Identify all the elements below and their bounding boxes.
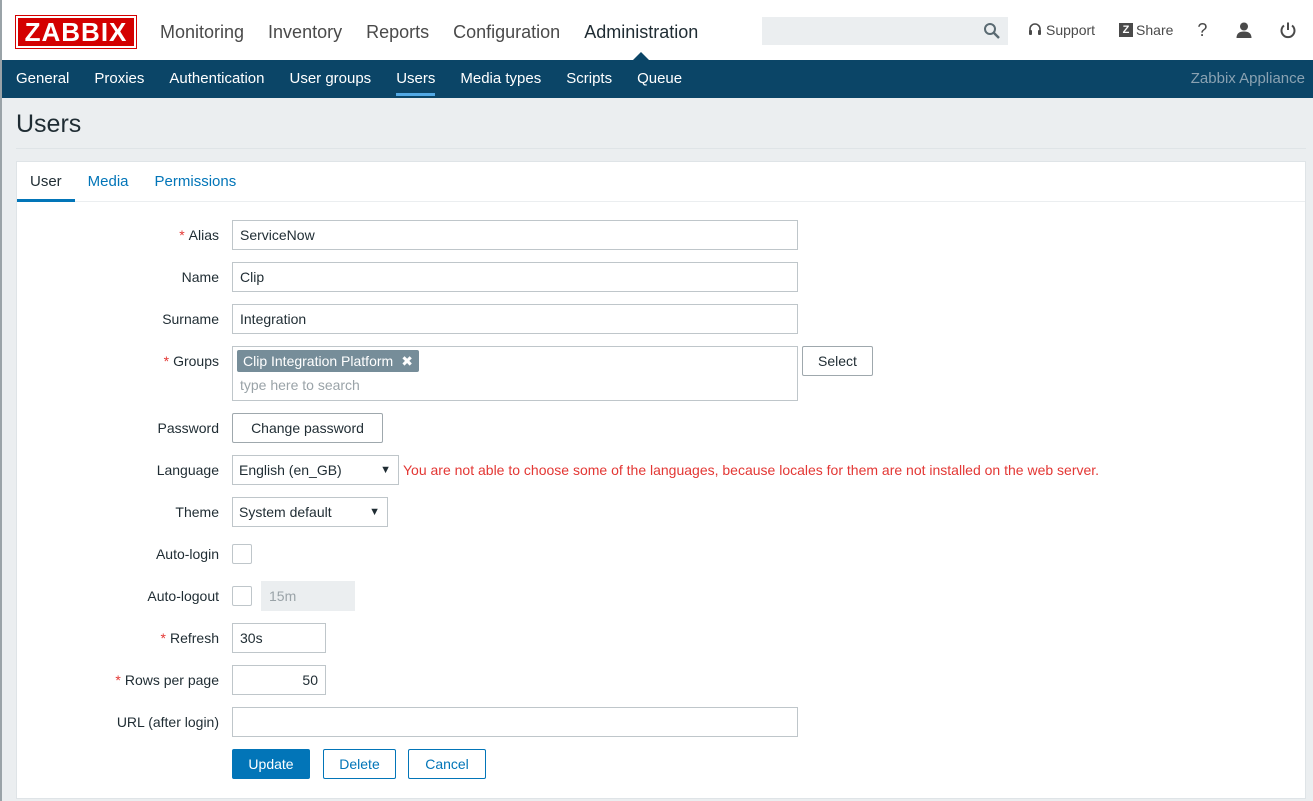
zabbix-logo[interactable]: ZABBIX [15, 15, 137, 49]
help-icon[interactable]: ? [1197, 20, 1207, 41]
nav-inventory[interactable]: Inventory [256, 0, 354, 60]
surname-label: Surname [162, 311, 219, 327]
auto-logout-label: Auto-logout [147, 588, 219, 604]
remove-chip-icon[interactable]: ✖ [401, 353, 413, 369]
update-button[interactable]: Update [232, 749, 310, 779]
dropdown-arrow-icon: ▼ [380, 464, 391, 476]
dropdown-arrow-icon: ▼ [369, 506, 380, 518]
auto-login-checkbox[interactable] [232, 544, 252, 564]
subnav-media-types[interactable]: Media types [448, 60, 554, 98]
language-label: Language [156, 462, 219, 478]
language-select[interactable]: English (en_GB) ▼ [232, 455, 399, 485]
appliance-label: Zabbix Appliance [1190, 70, 1305, 87]
sub-nav: General Proxies Authentication User grou… [2, 60, 1313, 98]
tab-permissions[interactable]: Permissions [142, 162, 250, 201]
theme-select[interactable]: System default ▼ [232, 497, 388, 527]
subnav-general[interactable]: General [2, 60, 82, 98]
name-label: Name [181, 269, 219, 285]
url-label: URL (after login) [116, 714, 219, 730]
nav-monitoring[interactable]: Monitoring [148, 0, 256, 60]
logout-icon[interactable] [1279, 21, 1297, 39]
tab-media[interactable]: Media [75, 162, 142, 201]
headset-icon [1029, 23, 1041, 35]
search-icon[interactable] [983, 22, 1001, 40]
auto-login-label: Auto-login [155, 546, 219, 562]
theme-value: System default [239, 504, 332, 520]
required-marker: * [160, 630, 166, 646]
nav-configuration[interactable]: Configuration [441, 0, 572, 60]
refresh-input[interactable]: 30s [232, 623, 326, 653]
title-divider [16, 148, 1306, 149]
user-form-panel: User Media Permissions * Alias ServiceNow… [16, 161, 1306, 799]
subnav-authentication[interactable]: Authentication [157, 60, 277, 98]
required-marker: * [115, 672, 121, 688]
delete-button[interactable]: Delete [323, 749, 396, 779]
alias-label: * Alias [179, 227, 219, 243]
surname-input[interactable]: Integration [232, 304, 798, 334]
auto-logout-checkbox[interactable] [232, 586, 252, 606]
top-links: Support Z Share ? [1028, 0, 1297, 60]
subnav-queue[interactable]: Queue [625, 60, 695, 98]
support-label: Support [1046, 22, 1096, 38]
required-marker: * [179, 227, 185, 243]
groups-search-placeholder[interactable]: type here to search [240, 377, 360, 393]
page-title: Users [16, 110, 82, 138]
url-input[interactable] [232, 707, 798, 737]
select-groups-button[interactable]: Select [802, 346, 873, 376]
rows-per-page-input[interactable]: 50 [232, 665, 326, 695]
share-icon: Z [1119, 23, 1134, 37]
theme-label: Theme [175, 504, 219, 520]
nav-reports[interactable]: Reports [354, 0, 441, 60]
groups-label: * Groups [163, 353, 219, 369]
refresh-label: * Refresh [160, 630, 219, 646]
subnav-user-groups[interactable]: User groups [277, 60, 384, 98]
share-link[interactable]: Z Share [1119, 22, 1173, 38]
global-search [762, 17, 1008, 45]
group-chip: Clip Integration Platform ✖ [237, 350, 419, 372]
alias-input[interactable]: ServiceNow [232, 220, 798, 250]
user-profile-icon[interactable] [1235, 21, 1253, 39]
language-value: English (en_GB) [239, 462, 342, 478]
support-link[interactable]: Support [1028, 22, 1095, 38]
subnav-scripts[interactable]: Scripts [554, 60, 625, 98]
subnav-users[interactable]: Users [384, 60, 448, 98]
main-nav: Monitoring Inventory Reports Configurati… [148, 0, 710, 60]
change-password-button[interactable]: Change password [232, 413, 383, 443]
language-warning: You are not able to choose some of the l… [403, 462, 1100, 478]
name-input[interactable]: Clip [232, 262, 798, 292]
cancel-button[interactable]: Cancel [408, 749, 486, 779]
nav-administration[interactable]: Administration [572, 0, 710, 60]
required-marker: * [163, 353, 170, 369]
auto-logout-input: 15m [261, 581, 355, 611]
group-chip-label: Clip Integration Platform [243, 353, 394, 369]
subnav-proxies[interactable]: Proxies [82, 60, 157, 98]
tab-user[interactable]: User [17, 162, 75, 202]
top-header: ZABBIX Monitoring Inventory Reports Conf… [2, 0, 1313, 61]
groups-multiselect[interactable]: Clip Integration Platform ✖ type here to … [232, 346, 798, 401]
form-tabs: User Media Permissions [17, 162, 1305, 202]
share-label: Share [1136, 22, 1174, 38]
window-edge [0, 0, 2, 801]
password-label: Password [157, 420, 219, 436]
rows-per-page-label: * Rows per page [115, 672, 219, 688]
search-input[interactable] [763, 18, 985, 44]
